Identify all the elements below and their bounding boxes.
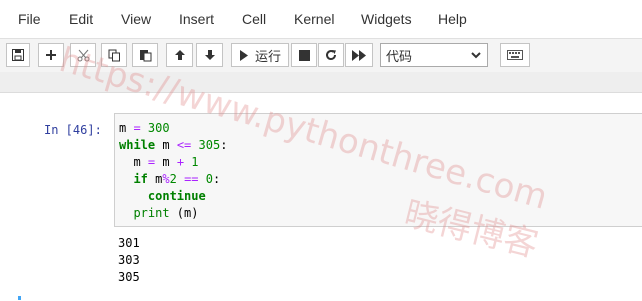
scissors-icon <box>77 49 89 61</box>
command-palette-button[interactable] <box>500 43 530 67</box>
move-up-button[interactable] <box>166 43 193 67</box>
output-line: 303 <box>118 253 140 267</box>
menu-help[interactable]: Help <box>438 11 467 27</box>
run-label: 运行 <box>254 48 281 64</box>
code-line: m = m + 1 <box>119 155 199 169</box>
arrow-down-icon <box>204 50 215 60</box>
save-button[interactable] <box>6 43 30 67</box>
code-editor[interactable]: m = 300 while m <= 305: m = m + 1 if m%2… <box>119 120 227 222</box>
code-line: continue <box>147 189 206 203</box>
cut-button[interactable] <box>70 43 96 67</box>
notebook-container: In [46]: m = 300 while m <= 305: m = m +… <box>0 92 642 301</box>
restart-icon <box>326 50 337 61</box>
code-cell-input[interactable]: m = 300 while m <= 305: m = m + 1 if m%2… <box>114 113 642 227</box>
menu-view[interactable]: View <box>121 11 151 27</box>
save-icon <box>12 49 24 61</box>
play-icon <box>239 49 248 61</box>
paste-icon <box>139 49 151 61</box>
arrow-up-icon <box>174 50 185 60</box>
fast-forward-icon <box>352 49 366 61</box>
plus-icon <box>46 50 56 60</box>
cell-type-select[interactable]: 代码 <box>380 43 488 67</box>
cell-output: 301 303 305 <box>118 235 140 286</box>
stop-icon <box>298 49 310 61</box>
interrupt-button[interactable] <box>291 43 317 67</box>
chevron-down-icon <box>471 52 481 59</box>
input-prompt: In [46]: <box>44 123 102 137</box>
notebook-header-gap <box>0 72 642 92</box>
code-line: while m <= 305: <box>119 138 228 152</box>
toolbar: 运行 代码 <box>0 38 642 74</box>
restart-run-all-button[interactable] <box>345 43 373 67</box>
copy-button[interactable] <box>101 43 127 67</box>
code-line: m = 300 <box>119 121 170 135</box>
menu-edit[interactable]: Edit <box>69 11 93 27</box>
menu-file[interactable]: File <box>18 11 41 27</box>
run-button[interactable]: 运行 <box>231 43 289 67</box>
menu-kernel[interactable]: Kernel <box>294 11 334 27</box>
menu-insert[interactable]: Insert <box>179 11 214 27</box>
insert-cell-button[interactable] <box>38 43 64 67</box>
code-line: if m%2 == 0: <box>133 172 221 186</box>
cell-selection-indicator <box>18 296 21 300</box>
code-line: print (m) <box>133 206 199 220</box>
paste-button[interactable] <box>132 43 158 67</box>
restart-button[interactable] <box>318 43 344 67</box>
menu-bar: File Edit View Insert Cell Kernel Widget… <box>0 0 642 38</box>
move-down-button[interactable] <box>196 43 223 67</box>
menu-cell[interactable]: Cell <box>242 11 266 27</box>
cell-type-value: 代码 <box>386 48 413 64</box>
copy-icon <box>108 49 120 61</box>
output-line: 305 <box>118 270 140 284</box>
output-line: 301 <box>118 236 140 250</box>
keyboard-icon <box>507 50 523 60</box>
menu-widgets[interactable]: Widgets <box>361 11 412 27</box>
